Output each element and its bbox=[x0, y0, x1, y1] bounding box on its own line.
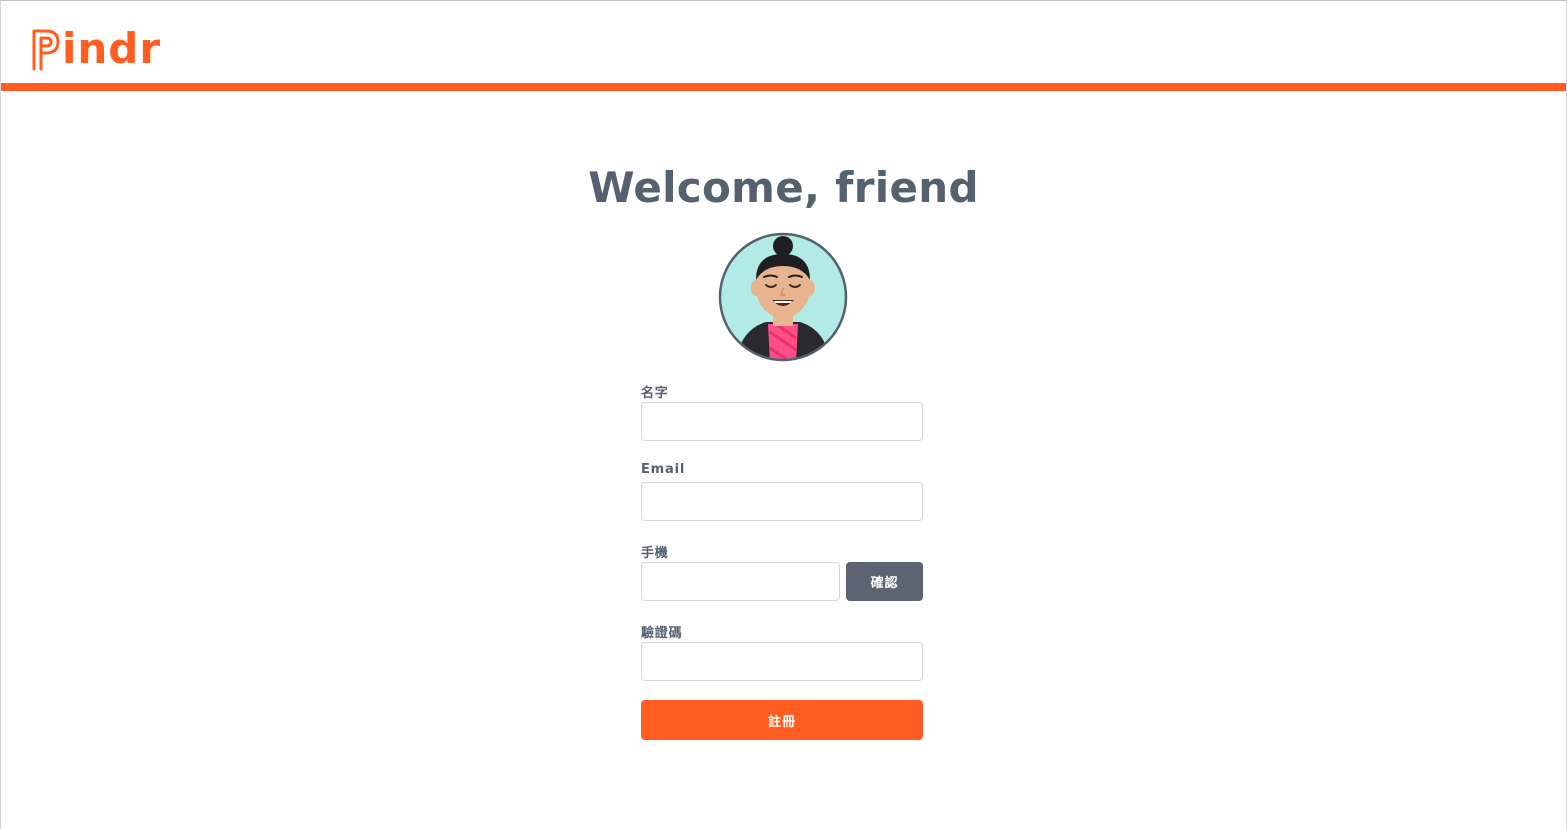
name-label: 名字 bbox=[641, 386, 669, 401]
phone-input[interactable] bbox=[641, 562, 840, 601]
top-bar: indr bbox=[1, 1, 1566, 91]
pindr-logo[interactable]: indr bbox=[31, 21, 161, 71]
register-button[interactable]: 註冊 bbox=[641, 700, 923, 740]
email-label: Email bbox=[641, 462, 686, 477]
avatar bbox=[718, 232, 848, 362]
confirm-button[interactable]: 確認 bbox=[846, 562, 923, 601]
page: indr Welcome, friend 名字 Email 手機 確認 驗證碼 … bbox=[0, 0, 1567, 829]
logo-p-icon bbox=[32, 29, 60, 71]
logo-text: indr bbox=[62, 24, 162, 73]
verification-code-input[interactable] bbox=[641, 642, 923, 681]
verification-code-label: 驗證碼 bbox=[641, 626, 683, 641]
email-input[interactable] bbox=[641, 482, 923, 521]
phone-label: 手機 bbox=[641, 546, 669, 561]
page-title: Welcome, friend bbox=[588, 163, 979, 212]
name-input[interactable] bbox=[641, 402, 923, 441]
